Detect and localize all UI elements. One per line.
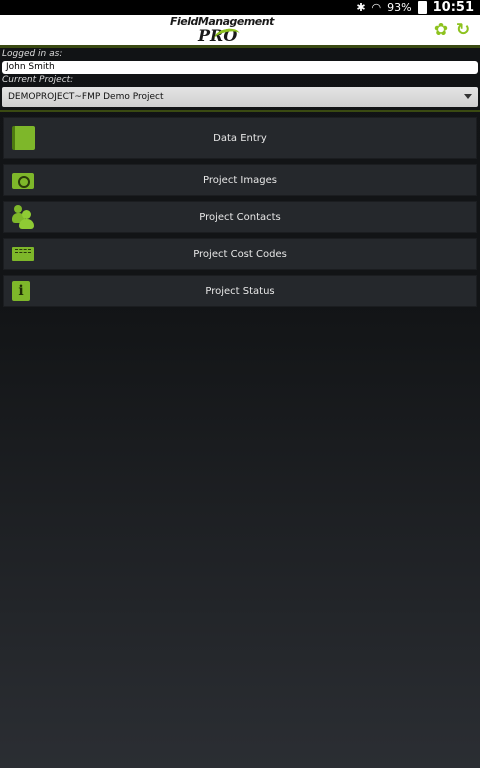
current-project-label: Current Project: <box>2 75 74 85</box>
wifi-icon: ◠ <box>371 1 382 14</box>
header-divider <box>0 110 480 112</box>
app-header: FieldManagement PRO ✿ ↻ <box>0 15 480 48</box>
main-menu: Data Entry Project Images Project Contac… <box>0 117 480 307</box>
menu-item-label: Project Status <box>205 285 275 297</box>
menu-item-data-entry[interactable]: Data Entry <box>3 117 477 159</box>
settings-gear-icon[interactable]: ✿ <box>432 21 450 39</box>
status-bar: ✱ ◠ 93% 10:51 <box>0 0 480 15</box>
menu-item-project-contacts[interactable]: Project Contacts <box>3 201 477 233</box>
battery-icon <box>417 1 427 14</box>
menu-item-project-status[interactable]: i Project Status <box>3 275 477 307</box>
menu-item-label: Project Contacts <box>199 211 281 223</box>
current-project-dropdown[interactable]: DEMOPROJECT~FMP Demo Project <box>2 87 478 107</box>
clock: 10:51 <box>432 0 474 15</box>
menu-item-label: Project Images <box>203 174 277 186</box>
battery-percent: 93% <box>387 1 412 14</box>
menu-item-project-images[interactable]: Project Images <box>3 164 477 196</box>
logged-in-user-field[interactable]: John Smith <box>2 61 478 74</box>
menu-item-label: Project Cost Codes <box>193 248 287 260</box>
menu-item-label: Data Entry <box>213 132 267 144</box>
refresh-icon[interactable]: ↻ <box>454 21 472 39</box>
bluetooth-icon: ✱ <box>356 1 366 14</box>
logged-in-label: Logged in as: <box>2 49 63 59</box>
current-project-value: DEMOPROJECT~FMP Demo Project <box>8 92 164 102</box>
menu-item-project-cost-codes[interactable]: Project Cost Codes <box>3 238 477 270</box>
app-logo: FieldManagement PRO <box>170 15 274 47</box>
dropdown-caret-icon <box>464 94 472 99</box>
